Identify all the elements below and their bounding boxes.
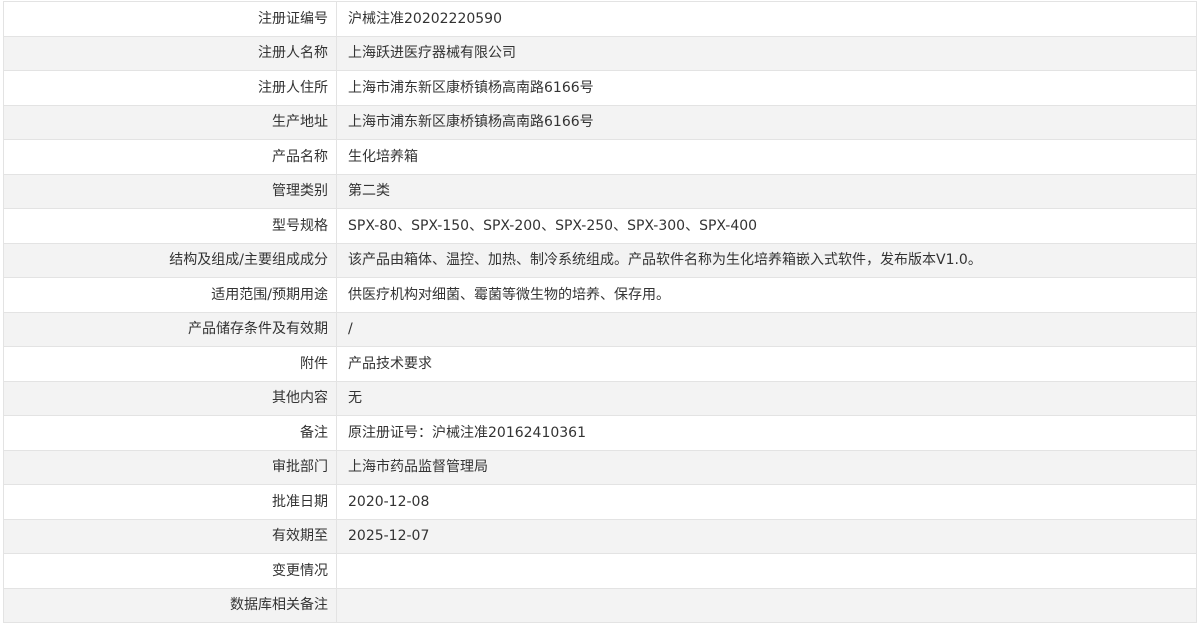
row-label: 注册人住所 bbox=[3, 70, 337, 106]
table-row-change-status: 变更情况 bbox=[3, 553, 1197, 589]
row-label: 注册人名称 bbox=[3, 35, 337, 71]
row-label: 有效期至 bbox=[3, 518, 337, 554]
row-value bbox=[336, 553, 1197, 589]
row-value: 2020-12-08 bbox=[336, 484, 1197, 520]
row-label: 适用范围/预期用途 bbox=[3, 277, 337, 313]
row-value: 沪械注准20202220590 bbox=[336, 1, 1197, 37]
row-value bbox=[336, 587, 1197, 623]
table-row-registrant-name: 注册人名称 上海跃进医疗器械有限公司 bbox=[3, 35, 1197, 71]
row-value: 供医疗机构对细菌、霉菌等微生物的培养、保存用。 bbox=[336, 277, 1197, 313]
row-value: / bbox=[336, 311, 1197, 347]
table-row-registration-number: 注册证编号 沪械注准20202220590 bbox=[3, 1, 1197, 37]
row-label: 型号规格 bbox=[3, 208, 337, 244]
table-row-other-content: 其他内容 无 bbox=[3, 380, 1197, 416]
detail-table-body: 注册证编号 沪械注准20202220590 注册人名称 上海跃进医疗器械有限公司… bbox=[3, 1, 1197, 623]
row-label: 生产地址 bbox=[3, 104, 337, 140]
row-value: 第二类 bbox=[336, 173, 1197, 209]
row-label: 结构及组成/主要组成成分 bbox=[3, 242, 337, 278]
row-label: 产品储存条件及有效期 bbox=[3, 311, 337, 347]
row-value: 上海跃进医疗器械有限公司 bbox=[336, 35, 1197, 71]
table-row-product-name: 产品名称 生化培养箱 bbox=[3, 139, 1197, 175]
row-label: 管理类别 bbox=[3, 173, 337, 209]
table-row-model-specification: 型号规格 SPX-80、SPX-150、SPX-200、SPX-250、SPX-… bbox=[3, 208, 1197, 244]
table-row-structure-composition: 结构及组成/主要组成成分 该产品由箱体、温控、加热、制冷系统组成。产品软件名称为… bbox=[3, 242, 1197, 278]
row-value: 该产品由箱体、温控、加热、制冷系统组成。产品软件名称为生化培养箱嵌入式软件，发布… bbox=[336, 242, 1197, 278]
row-value: 上海市药品监督管理局 bbox=[336, 449, 1197, 485]
table-row-attachment: 附件 产品技术要求 bbox=[3, 346, 1197, 382]
table-row-database-remarks: 数据库相关备注 bbox=[3, 587, 1197, 623]
table-row-storage-validity: 产品储存条件及有效期 / bbox=[3, 311, 1197, 347]
row-value: 上海市浦东新区康桥镇杨高南路6166号 bbox=[336, 70, 1197, 106]
row-label: 其他内容 bbox=[3, 380, 337, 416]
row-value: 2025-12-07 bbox=[336, 518, 1197, 554]
row-label: 数据库相关备注 bbox=[3, 587, 337, 623]
table-row-remarks: 备注 原注册证号：沪械注准20162410361 bbox=[3, 415, 1197, 451]
row-value: 上海市浦东新区康桥镇杨高南路6166号 bbox=[336, 104, 1197, 140]
row-label: 附件 bbox=[3, 346, 337, 382]
registration-detail-table: 注册证编号 沪械注准20202220590 注册人名称 上海跃进医疗器械有限公司… bbox=[3, 1, 1197, 623]
row-label: 注册证编号 bbox=[3, 1, 337, 37]
row-label: 备注 bbox=[3, 415, 337, 451]
row-value: 无 bbox=[336, 380, 1197, 416]
row-label: 批准日期 bbox=[3, 484, 337, 520]
row-value: 原注册证号：沪械注准20162410361 bbox=[336, 415, 1197, 451]
row-value: 生化培养箱 bbox=[336, 139, 1197, 175]
table-row-valid-until: 有效期至 2025-12-07 bbox=[3, 518, 1197, 554]
row-label: 产品名称 bbox=[3, 139, 337, 175]
row-label: 审批部门 bbox=[3, 449, 337, 485]
table-row-registrant-address: 注册人住所 上海市浦东新区康桥镇杨高南路6166号 bbox=[3, 70, 1197, 106]
row-value: 产品技术要求 bbox=[336, 346, 1197, 382]
table-row-intended-use: 适用范围/预期用途 供医疗机构对细菌、霉菌等微生物的培养、保存用。 bbox=[3, 277, 1197, 313]
table-row-management-category: 管理类别 第二类 bbox=[3, 173, 1197, 209]
table-row-production-address: 生产地址 上海市浦东新区康桥镇杨高南路6166号 bbox=[3, 104, 1197, 140]
row-label: 变更情况 bbox=[3, 553, 337, 589]
row-value: SPX-80、SPX-150、SPX-200、SPX-250、SPX-300、S… bbox=[336, 208, 1197, 244]
table-row-approval-department: 审批部门 上海市药品监督管理局 bbox=[3, 449, 1197, 485]
table-row-approval-date: 批准日期 2020-12-08 bbox=[3, 484, 1197, 520]
